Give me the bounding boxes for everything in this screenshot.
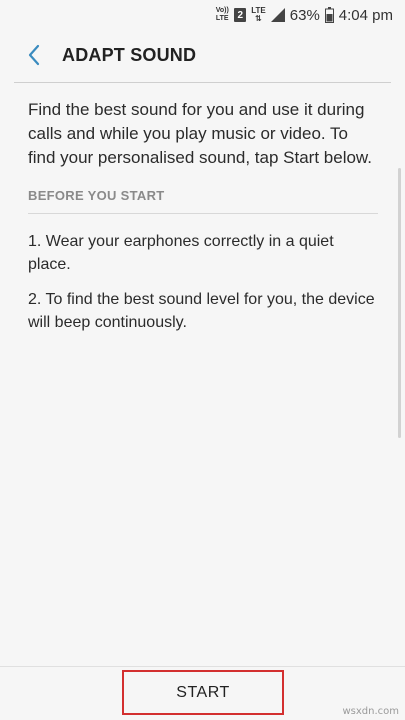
signal-icon	[270, 8, 285, 22]
section-divider	[28, 213, 378, 214]
header-divider	[14, 82, 391, 83]
intro-text: Find the best sound for you and use it d…	[28, 100, 372, 167]
status-bar: Vo)) LTE 2 LTE ⇅ 63% 4:04 pm	[0, 0, 405, 30]
section-header-before-you-start: BEFORE YOU START	[28, 188, 165, 203]
lte-indicator: LTE ⇅	[251, 7, 266, 23]
scrollbar[interactable]	[398, 168, 401, 438]
watermark: wsxdn.com	[342, 706, 399, 717]
app-header: ADAPT SOUND	[0, 30, 405, 80]
battery-percent: 63%	[289, 6, 320, 24]
volte-indicator: Vo)) LTE	[215, 7, 229, 22]
sim-indicator: 2	[234, 8, 247, 22]
back-button[interactable]	[14, 35, 54, 75]
content: Find the best sound for you and use it d…	[28, 98, 378, 334]
adapt-sound-screen: Vo)) LTE 2 LTE ⇅ 63% 4:04 pm ADAPT SOUND…	[0, 0, 405, 720]
battery-icon	[324, 7, 334, 23]
step-item-2: 2. To find the best sound level for you,…	[28, 291, 375, 331]
start-button[interactable]: START	[122, 670, 284, 715]
data-arrows-icon: ⇅	[255, 14, 262, 23]
page-title: ADAPT SOUND	[62, 44, 197, 65]
bottom-divider	[0, 666, 405, 667]
clock: 4:04 pm	[338, 6, 393, 24]
step-item-1: 1. Wear your earphones correctly in a qu…	[28, 233, 334, 273]
chevron-left-icon	[28, 44, 40, 66]
